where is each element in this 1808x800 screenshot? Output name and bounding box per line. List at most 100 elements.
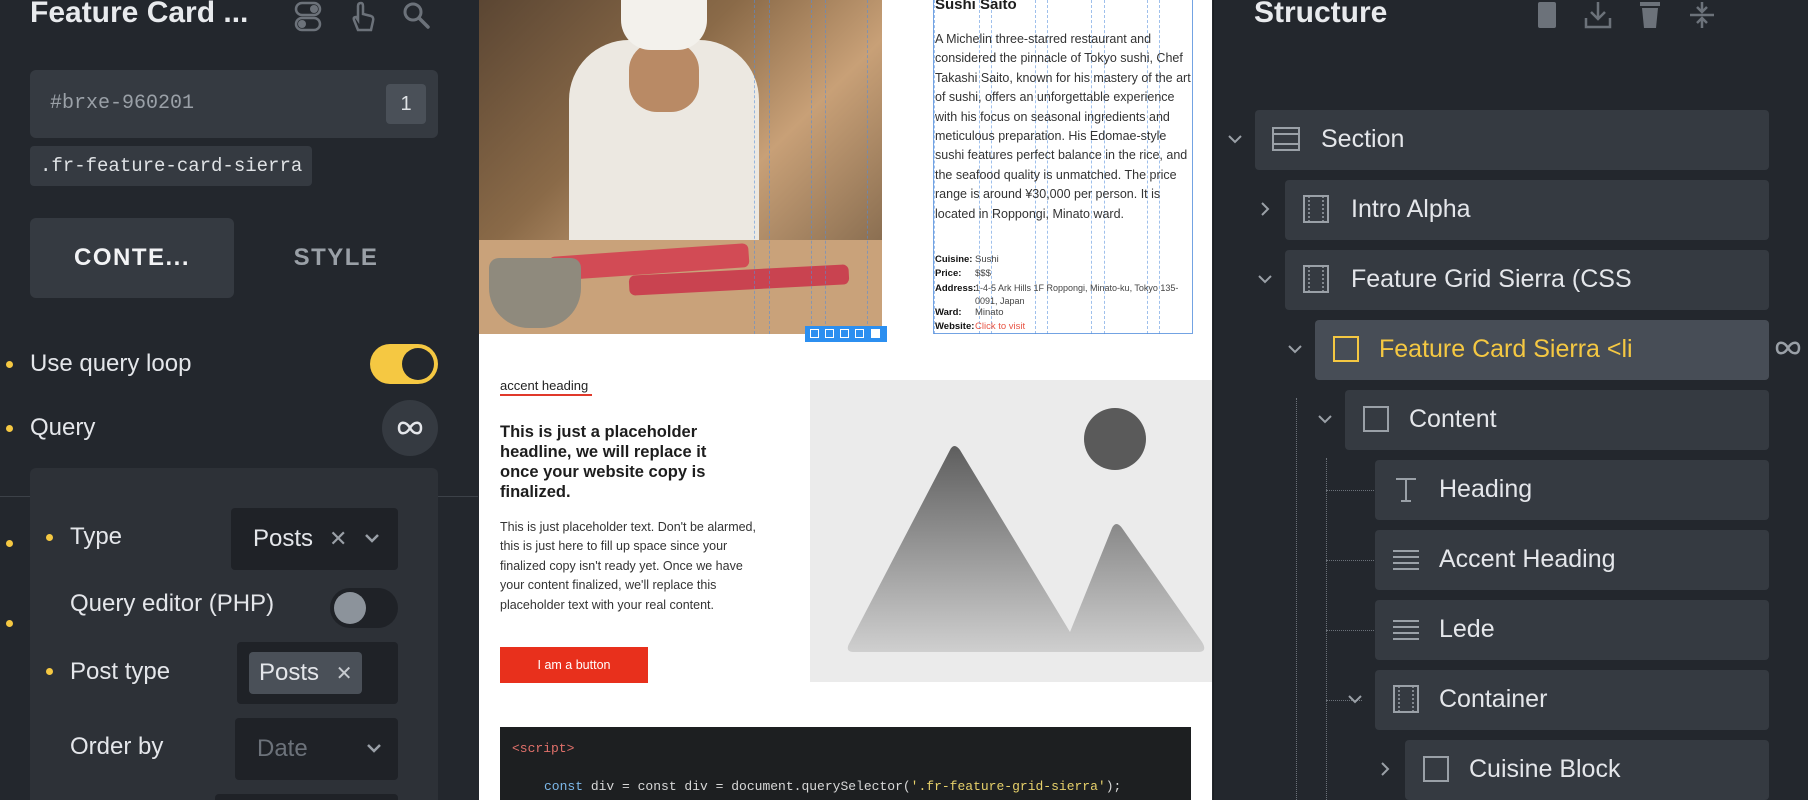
info-label: Cuisine: (935, 254, 973, 265)
code-string: '.fr-feature-grid-sierra' (910, 779, 1106, 794)
modified-dot (46, 668, 53, 675)
tree-node-cuisine-block[interactable]: Cuisine Block (1405, 740, 1769, 800)
chef-photo[interactable] (479, 0, 882, 334)
tree-node-content[interactable]: Content (1345, 390, 1769, 450)
chevron-right-icon[interactable] (1376, 760, 1394, 778)
element-id-field[interactable]: #brxe-960201 1 (30, 70, 438, 138)
structure-title: Structure (1254, 0, 1388, 29)
element-toolbar[interactable] (805, 326, 887, 342)
clipboard-icon[interactable] (1530, 0, 1562, 35)
align-icon[interactable] (855, 329, 864, 338)
cta-button[interactable]: I am a button (500, 647, 648, 683)
panel-toolbar (292, 0, 432, 37)
order-by-label: Order by (70, 733, 164, 760)
order-by-select[interactable]: Date (235, 718, 398, 780)
query-settings-popup: Type Posts ✕ Query editor (PHP) Post typ… (30, 468, 438, 800)
restaurant-description[interactable]: A Michelin three-starred restaurant and … (935, 30, 1191, 224)
use-query-loop-toggle[interactable] (370, 344, 438, 384)
tree-node-feature-card-sierra[interactable]: Feature Card Sierra <li (1315, 320, 1769, 380)
post-type-select[interactable]: Posts ✕ (237, 642, 398, 704)
type-label: Type (70, 523, 123, 550)
toggle-settings-icon[interactable] (292, 0, 324, 37)
modified-dot (6, 540, 13, 547)
tree-node-container[interactable]: Container (1375, 670, 1769, 730)
use-query-loop-row: Use query loop (0, 344, 478, 384)
modified-dot (6, 361, 13, 368)
accent-underline (500, 394, 592, 396)
grid-guide (867, 0, 868, 334)
section-icon (1272, 127, 1300, 151)
infinity-icon (397, 421, 423, 435)
id-count-badge: 1 (386, 84, 426, 124)
container-icon (1303, 265, 1329, 293)
css-class-chip[interactable]: .fr-feature-card-sierra (30, 146, 313, 186)
chevron-down-icon[interactable] (1256, 270, 1274, 288)
info-value: $$$ (975, 268, 991, 279)
clear-icon[interactable]: ✕ (329, 526, 347, 552)
tree-node-intro-alpha[interactable]: Intro Alpha (1285, 180, 1769, 240)
tree-node-feature-grid-sierra[interactable]: Feature Grid Sierra (CSS (1285, 250, 1769, 310)
next-setting-select[interactable] (215, 794, 398, 800)
grid-icon[interactable] (871, 329, 880, 338)
tree-node-heading[interactable]: Heading (1375, 460, 1769, 520)
chevron-down-icon[interactable] (1226, 130, 1244, 148)
modified-dot (6, 425, 13, 432)
trash-icon[interactable] (1634, 0, 1666, 35)
download-icon[interactable] (1582, 0, 1614, 35)
info-value: 1-4-5 Ark Hills 1F Roppongi, Minato-ku, … (975, 283, 1179, 306)
element-settings-panel: Feature Card ... #brxe-960201 1 .fr-feat… (0, 0, 478, 800)
info-cuisine: Cuisine: Sushi (935, 254, 999, 265)
collapse-icon[interactable] (810, 329, 819, 338)
chevron-down-icon[interactable] (1346, 690, 1364, 708)
query-loop-button[interactable] (382, 400, 438, 456)
info-label: Address: (935, 283, 977, 294)
tree-node-section[interactable]: Section (1255, 110, 1769, 170)
image-placeholder-icon (847, 408, 1205, 652)
tree-line (1296, 398, 1297, 800)
grid-guide (811, 0, 812, 334)
restaurant-title[interactable]: Sushi Saito (935, 0, 1017, 13)
collapse-all-icon[interactable] (1686, 0, 1718, 35)
block-icon (1333, 336, 1359, 362)
info-label: Price: (935, 268, 962, 279)
info-value: Sushi (975, 254, 999, 265)
info-label: Ward: (935, 307, 962, 318)
placeholder-image[interactable] (810, 380, 1212, 682)
tree-node-label: Feature Card Sierra <li (1379, 335, 1633, 363)
query-editor-toggle[interactable] (330, 588, 398, 628)
feature-body[interactable]: This is just placeholder text. Don't be … (500, 518, 762, 615)
accent-heading[interactable]: accent heading (500, 378, 588, 393)
builder-canvas[interactable]: Sushi Saito A Michelin three-starred res… (479, 0, 1212, 800)
info-value: Minato (975, 307, 1004, 318)
info-price: Price: $$$ (935, 268, 991, 279)
tree-node-label: Container (1439, 685, 1548, 713)
tab-style[interactable]: STYLE (234, 218, 438, 298)
hand-pointer-icon[interactable] (346, 0, 378, 37)
tree-node-accent-heading[interactable]: Accent Heading (1375, 530, 1769, 590)
text-lines-icon (1393, 550, 1419, 570)
post-type-label: Post type (70, 658, 171, 685)
tab-content[interactable]: CONTE... (30, 218, 234, 298)
move-icon[interactable] (840, 329, 849, 338)
query-label: Query (30, 414, 96, 441)
search-icon[interactable] (400, 0, 432, 37)
modified-dot (6, 620, 13, 627)
tree-line (1326, 458, 1327, 800)
query-editor-label: Query editor (PHP) (70, 590, 275, 617)
element-id-text: #brxe-960201 (50, 92, 195, 115)
info-website: Website:Click to visit (935, 321, 1025, 332)
chevron-down-icon[interactable] (1316, 410, 1334, 428)
type-select[interactable]: Posts ✕ (231, 508, 398, 570)
tree-node-lede[interactable]: Lede (1375, 600, 1769, 660)
info-ward: Ward: Minato (935, 307, 1004, 318)
chevron-down-icon[interactable] (1286, 340, 1304, 358)
website-link[interactable]: Click to visit (975, 321, 1025, 332)
remove-chip-icon[interactable]: ✕ (336, 663, 353, 685)
modified-dot (46, 534, 53, 541)
columns-icon[interactable] (825, 329, 834, 338)
feature-headline[interactable]: This is just a placeholder headline, we … (500, 422, 730, 502)
query-loop-infinity-icon (1775, 341, 1801, 355)
code-block[interactable]: <script> const div = const div = documen… (500, 727, 1191, 800)
chevron-right-icon[interactable] (1256, 200, 1274, 218)
use-query-loop-label: Use query loop (30, 350, 192, 377)
